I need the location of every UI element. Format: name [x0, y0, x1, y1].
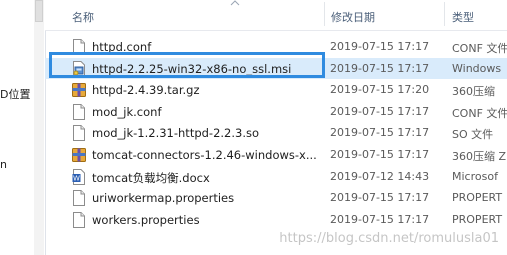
file-row[interactable]: workers.properties 2019-07-15 17:17 PROPER… [45, 209, 507, 231]
file-modified-date: 2019-07-15 17:20 [330, 83, 430, 97]
file-type: 360压缩 Z [452, 149, 507, 163]
file-name: tomcat-connectors-1.2.46-windows-x... [92, 147, 317, 162]
document-icon [72, 211, 86, 228]
column-divider[interactable] [444, 2, 445, 26]
file-row[interactable]: httpd-2.2.25-win32-x86-no_ssl.msi 2019-07… [45, 57, 507, 80]
file-type: 360压缩 [452, 85, 495, 99]
file-row[interactable]: mod_jk-1.2.31-httpd-2.2.3.so 2019-07-15 1… [45, 122, 507, 144]
file-type: Microsof [452, 169, 498, 183]
file-modified-date: 2019-07-15 17:17 [330, 40, 430, 53]
word-doc-icon: W [72, 168, 86, 185]
file-modified-date: 2019-07-15 17:17 [330, 191, 430, 205]
sort-ascending-icon [230, 0, 240, 6]
archive-icon [72, 82, 86, 98]
file-name: httpd-2.2.25-win32-x86-no_ssl.msi [92, 61, 292, 76]
watermark: https://blog.csdn.net/romulusla01 [279, 231, 499, 246]
file-name: httpd.conf [92, 40, 152, 54]
file-type: PROPERT [452, 212, 503, 226]
file-name: mod_jk.conf [92, 104, 162, 119]
file-name: workers.properties [92, 212, 200, 227]
installer-icon [72, 60, 86, 77]
file-modified-date: 2019-07-15 17:17 [330, 61, 430, 75]
file-row[interactable]: tomcat-connectors-1.2.46-windows-x... 201… [45, 144, 507, 166]
file-modified-date: 2019-07-15 17:17 [330, 104, 430, 118]
document-icon [72, 125, 86, 142]
file-row[interactable]: httpd.conf 2019-07-15 17:17 CONF 文件 [45, 36, 507, 58]
nav-item-location[interactable]: D位置 [0, 86, 30, 102]
navigation-pane[interactable]: D位置 n [0, 0, 46, 255]
column-header-type[interactable]: 类型 [452, 9, 474, 25]
svg-text:W: W [73, 174, 80, 182]
file-modified-date: 2019-07-12 14:43 [330, 169, 430, 183]
column-header-date[interactable]: 修改日期 [331, 9, 375, 25]
file-row[interactable]: mod_jk.conf 2019-07-15 17:17 CONF 文件 [45, 101, 507, 123]
file-modified-date: 2019-07-15 17:17 [330, 212, 430, 226]
file-name: tomcat负载均衡.docx [92, 170, 210, 185]
file-list: httpd.conf 2019-07-15 17:17 CONF 文件 httpd-2… [45, 36, 507, 230]
file-row[interactable]: uriworkermap.properties 2019-07-15 17:17 P… [45, 187, 507, 209]
file-name: mod_jk-1.2.31-httpd-2.2.3.so [92, 126, 260, 141]
file-name: httpd-2.4.39.tar.gz [92, 83, 200, 98]
file-modified-date: 2019-07-15 17:17 [330, 126, 430, 140]
file-modified-date: 2019-07-15 17:17 [330, 147, 430, 161]
nav-scrollbar[interactable] [34, 0, 44, 255]
file-type: PROPERT [452, 191, 503, 205]
nav-scrollbar-thumb[interactable] [35, 0, 43, 22]
file-name: uriworkermap.properties [92, 191, 235, 206]
file-type: SO 文件 [452, 128, 494, 142]
archive-icon [72, 147, 86, 163]
document-icon [72, 39, 86, 55]
column-header-bar: 名称 修改日期 类型 [45, 0, 507, 31]
file-row[interactable]: httpd-2.4.39.tar.gz 2019-07-15 17:20 360压缩 [45, 79, 507, 101]
file-type: Windows [452, 61, 502, 75]
document-icon [72, 190, 86, 207]
file-type: CONF 文件 [452, 42, 507, 55]
file-type: CONF 文件 [452, 106, 507, 120]
column-divider[interactable] [324, 2, 325, 26]
document-icon [72, 103, 86, 120]
column-header-name[interactable]: 名称 [72, 9, 94, 25]
file-row[interactable]: Wtomcat负载均衡.docx 2019-07-12 14:43 Microsof [45, 166, 507, 188]
nav-item-partial[interactable]: n [0, 158, 7, 171]
